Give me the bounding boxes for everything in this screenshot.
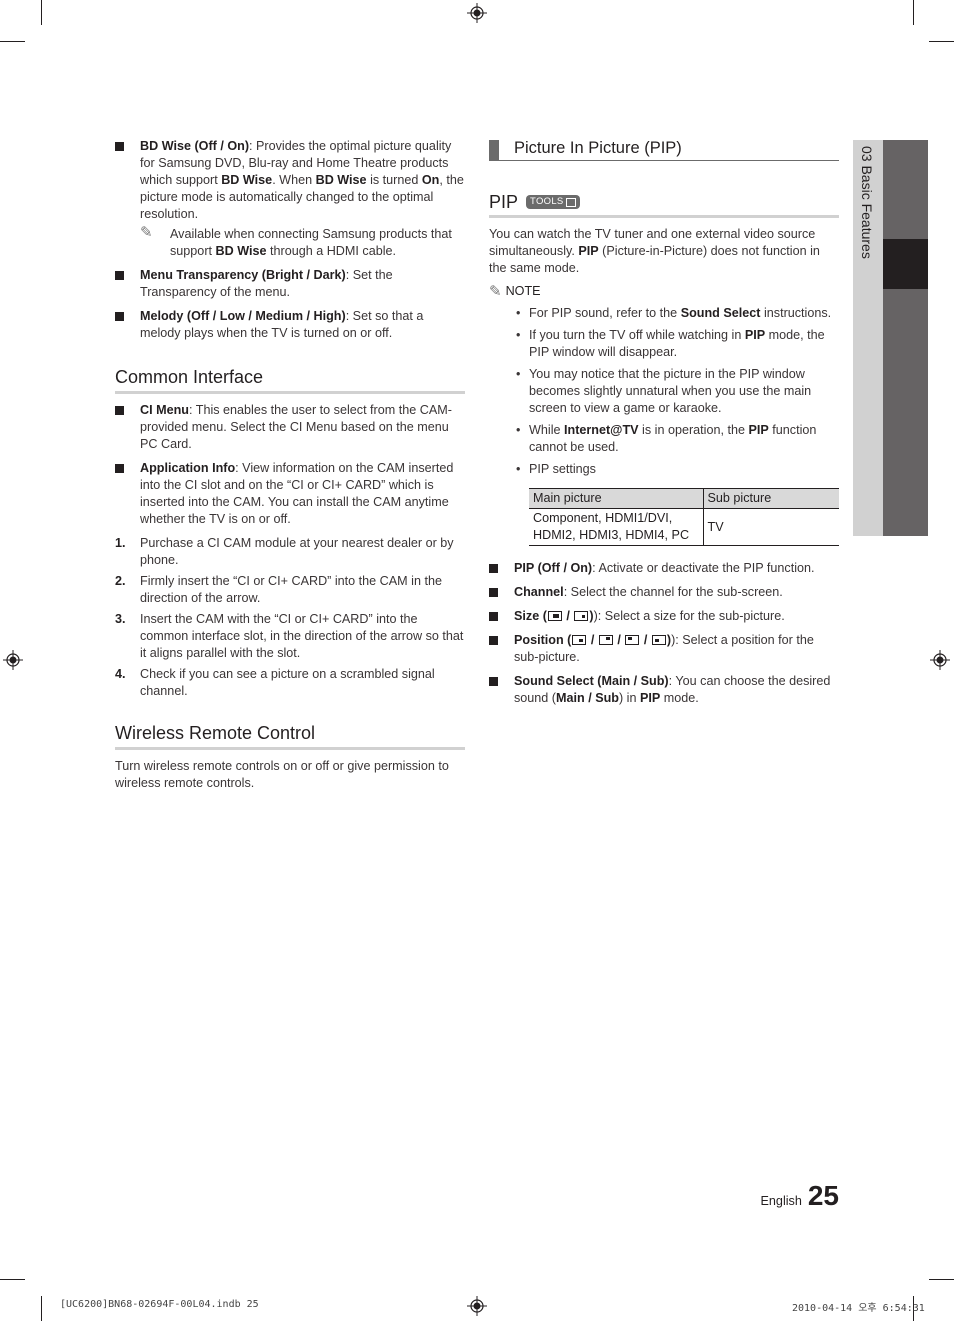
band-marker: [489, 140, 499, 160]
separator: /: [613, 633, 625, 647]
list-item: Sound Select (Main / Sub): You can choos…: [489, 673, 839, 707]
list-item: Application Info: View information on th…: [115, 460, 465, 528]
list-item: Melody (Off / Low / Medium / High): Set …: [115, 308, 465, 342]
tools-icon: [565, 197, 576, 207]
pencil-note-icon: ✎: [140, 224, 153, 241]
pos-top-left-icon: [625, 635, 640, 645]
list-item: PIP (Off / On): Activate or deactivate t…: [489, 560, 839, 577]
square-bullet-icon: [489, 612, 498, 621]
square-bullet-icon: [115, 142, 124, 151]
bullet-dot-icon: •: [516, 462, 521, 476]
separator: /: [587, 633, 598, 647]
column-header: Main picture: [529, 488, 703, 509]
square-bullet-icon: [489, 564, 498, 573]
step-item: 3. Insert the CAM with the “CI or CI+ CA…: [115, 612, 464, 660]
square-bullet-icon: [489, 636, 498, 645]
note-item: • While Internet@TV is in operation, the…: [516, 423, 817, 454]
print-slug-timestamp: 2010-04-14 오후 6:54:31: [792, 1303, 925, 1314]
crop-mark: [929, 41, 954, 42]
pip-heading: PIP TOOLS: [489, 191, 839, 218]
step-item: 2. Firmly insert the “CI or CI+ CARD” in…: [115, 574, 442, 605]
right-column: Picture In Picture (PIP) PIP TOOLS You c…: [489, 138, 839, 714]
separator: /: [640, 633, 651, 647]
list-item: Channel: Select the channel for the sub-…: [489, 584, 839, 601]
pencil-note-icon: ✎: [489, 283, 502, 300]
page-footer: English 25: [761, 1180, 839, 1212]
table-cell: Component, HDMI1/DVI, HDMI2, HDMI3, HDMI…: [529, 508, 703, 546]
registration-mark-icon: [467, 1296, 487, 1316]
registration-mark-icon: [930, 650, 950, 670]
list-item: CI Menu: This enables the user to select…: [115, 402, 465, 453]
size-small-icon: [574, 611, 589, 621]
bullet-dot-icon: •: [516, 423, 521, 437]
column-header: Sub picture: [702, 488, 839, 509]
list-item: Menu Transparency (Bright / Dark): Set t…: [115, 267, 465, 301]
bullet-dot-icon: •: [516, 306, 521, 320]
language-label: English: [760, 1194, 802, 1208]
chapter-label: 03 Basic Features: [859, 146, 875, 259]
section-band-pip: Picture In Picture (PIP): [489, 138, 839, 161]
crop-mark: [0, 1279, 25, 1280]
registration-mark-icon: [3, 650, 23, 670]
crop-mark: [41, 1296, 42, 1321]
side-tab-chapter-strip: [883, 140, 928, 536]
square-bullet-icon: [115, 464, 124, 473]
note-item: • PIP settings: [516, 462, 596, 476]
square-bullet-icon: [115, 271, 124, 280]
list-item: Position ( / / / )): Select a position f…: [489, 632, 839, 666]
list-item: Size ( / )): Select a size for the sub-p…: [489, 608, 839, 625]
bd-wise-note: ✎ Available when connecting Samsung prod…: [140, 224, 452, 258]
crop-mark: [929, 1279, 954, 1280]
table-header-row: Main picture Sub picture: [529, 488, 839, 509]
section-heading-common-interface: Common Interface: [115, 366, 465, 394]
separator: /: [562, 609, 574, 623]
table-row: Component, HDMI1/DVI, HDMI2, HDMI3, HDMI…: [529, 508, 839, 546]
bullet-dot-icon: •: [516, 328, 521, 342]
pos-top-right-icon: [598, 635, 613, 645]
left-column: BD Wise (Off / On): Provides the optimal…: [115, 138, 465, 792]
crop-mark: [0, 41, 25, 42]
list-item: BD Wise (Off / On): Provides the optimal…: [115, 138, 465, 260]
note-heading: ✎ NOTE: [489, 283, 541, 300]
pos-bottom-right-icon: [572, 635, 587, 645]
step-item: 1. Purchase a CI CAM module at your near…: [115, 536, 454, 567]
pip-intro: You can watch the TV tuner and one exter…: [489, 227, 820, 275]
page-number: 25: [807, 1180, 839, 1211]
size-large-icon: [547, 611, 562, 621]
pos-bottom-left-icon: [651, 635, 666, 645]
square-bullet-icon: [115, 312, 124, 321]
section-heading-wireless-remote: Wireless Remote Control: [115, 722, 465, 750]
step-item: 4. Check if you can see a picture on a s…: [115, 667, 435, 698]
note-item: • You may notice that the picture in the…: [516, 367, 812, 415]
crop-mark: [41, 0, 42, 25]
side-tab-active-marker: [883, 239, 928, 289]
wireless-description: Turn wireless remote controls on or off …: [115, 759, 449, 790]
print-slug-file: [UC6200]BN68-02694F-00L04.indb 25: [60, 1299, 259, 1310]
note-item: • If you turn the TV off while watching …: [516, 328, 825, 359]
pip-settings-table: Main picture Sub picture Component, HDMI…: [529, 488, 839, 546]
note-item: • For PIP sound, refer to the Sound Sele…: [516, 306, 832, 320]
chapter-side-tab: 03 Basic Features: [853, 140, 928, 536]
table-cell: TV: [702, 508, 839, 546]
square-bullet-icon: [489, 677, 498, 686]
square-bullet-icon: [489, 588, 498, 597]
bullet-dot-icon: •: [516, 367, 521, 381]
crop-mark: [913, 0, 914, 25]
square-bullet-icon: [115, 406, 124, 415]
registration-mark-icon: [467, 3, 487, 23]
tools-button-badge: TOOLS: [526, 195, 580, 209]
